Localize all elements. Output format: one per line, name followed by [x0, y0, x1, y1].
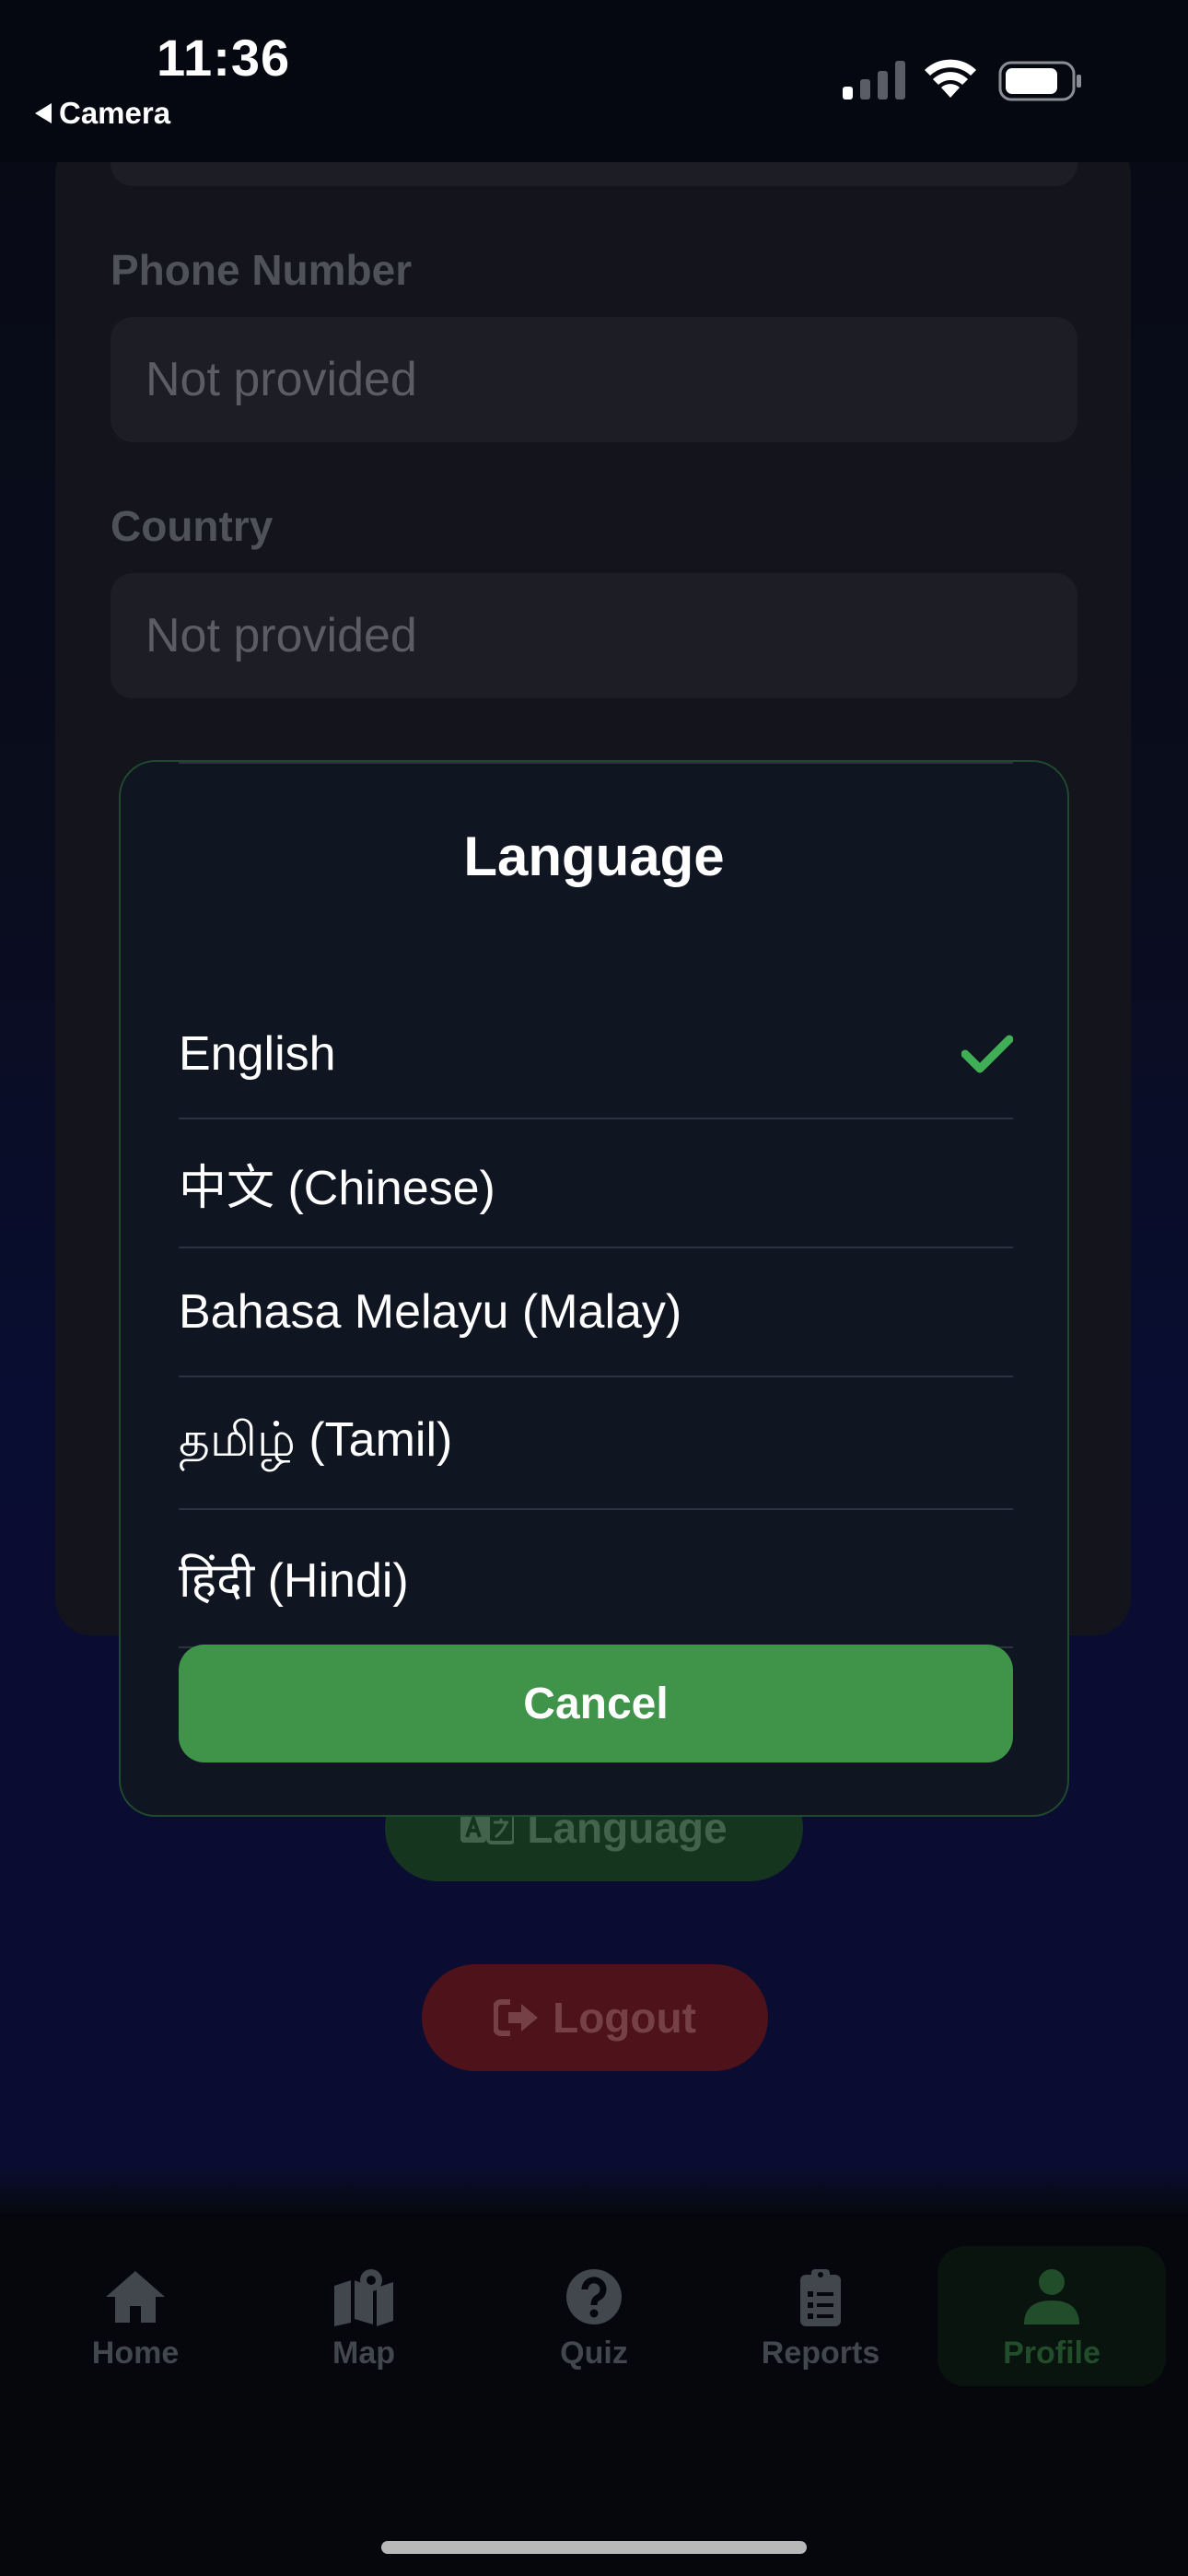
language-modal: Language English 中文 (Chinese) Bahasa Mel…: [119, 760, 1069, 1817]
cellular-signal-icon: [843, 61, 905, 100]
language-option-label: 中文 (Chinese): [179, 1161, 495, 1215]
modal-title: Language: [463, 825, 725, 887]
language-option-malay[interactable]: Bahasa Melayu (Malay): [179, 1248, 1013, 1377]
language-option-label: Bahasa Melayu (Malay): [179, 1285, 682, 1339]
status-bar: 11:36 Camera: [0, 0, 1188, 162]
language-option-hindi[interactable]: हिंदी (Hindi): [179, 1510, 1013, 1648]
back-to-app-link[interactable]: Camera: [35, 96, 170, 131]
wifi-icon: [925, 59, 976, 98]
language-option-label: தமிழ் (Tamil): [179, 1412, 453, 1467]
checkmark-icon: [961, 1035, 1013, 1073]
status-time: 11:36: [157, 29, 291, 87]
cancel-button[interactable]: Cancel: [179, 1645, 1013, 1762]
language-option-label: English: [179, 1027, 336, 1081]
back-triangle-icon: [35, 103, 52, 123]
battery-icon: [998, 61, 1081, 101]
back-app-label: Camera: [59, 96, 171, 130]
language-option-label: हिंदी (Hindi): [179, 1553, 409, 1608]
language-option-english[interactable]: English: [179, 990, 1013, 1119]
language-option-tamil[interactable]: தமிழ் (Tamil): [179, 1377, 1013, 1510]
language-option-chinese[interactable]: 中文 (Chinese): [179, 1119, 1013, 1248]
